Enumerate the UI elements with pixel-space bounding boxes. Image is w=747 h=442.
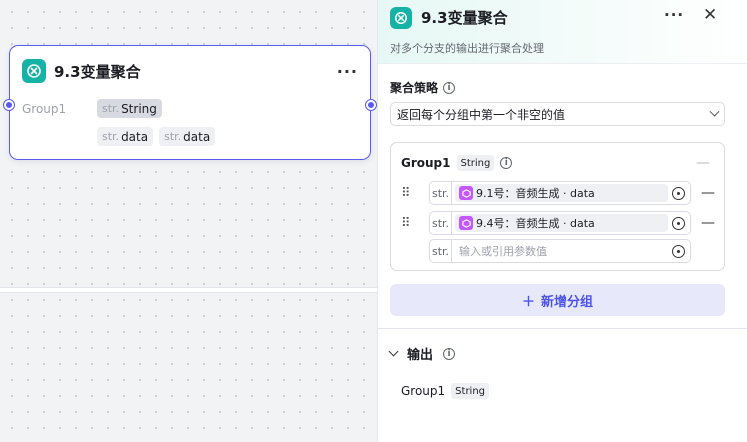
info-icon[interactable]: i [443,81,456,94]
add-group-label: 新增分组 [541,294,594,310]
group-var-row-empty: ⠿ str. 输入或引用参数值 [401,239,691,263]
drag-handle-icon[interactable]: ⠿ [401,186,415,201]
node-title: 9.3变量聚合 [54,62,141,81]
workflow-canvas[interactable]: 9.3变量聚合 ··· Group1 str. String str. data… [0,0,377,442]
var-ref-label: 9.4号：音频生成 · data [476,217,595,230]
add-group-button[interactable]: ＋ 新增分组 [390,284,725,316]
output-label: 输出 [407,348,434,363]
group-type-badge: String [456,155,495,171]
var-input-placeholder: 输入或引用参数值 [459,245,547,258]
output-type-badge: String [451,383,490,399]
var-ref-label: 9.1号：音频生成 · data [476,187,595,200]
aggregate-node[interactable]: 9.3变量聚合 ··· Group1 str. String str. data… [4,45,376,160]
node-header: 9.3变量聚合 ··· [22,58,358,84]
aggregate-icon [390,7,412,29]
output-name: Group1 [401,384,446,398]
node-input-port[interactable] [4,100,14,110]
group-var-row: ⠿ str. 9.1号：音频生成 · data — [401,181,715,205]
more-icon[interactable]: ··· [337,62,358,81]
node-group-type-row: str. String [97,99,162,118]
node-group-type-tag: str. String [97,99,162,118]
var-ref-field[interactable]: str. 9.4号：音频生成 · data [429,211,691,235]
more-icon[interactable]: ··· [664,6,684,24]
panel-description[interactable]: 对多个分支的输出进行聚合处理 [390,40,544,56]
var-ref-chip[interactable]: 9.1号：音频生成 · data [455,184,668,202]
strategy-label: 聚合策略 [390,81,439,95]
variable-ref-icon [459,186,473,200]
node-group-label: Group1 [22,102,67,116]
aggregate-icon [22,59,46,83]
plus-icon: ＋ [521,294,535,310]
var-ref-field[interactable]: str. 9.1号：音频生成 · data [429,181,691,205]
var-type-selector[interactable]: str. [430,212,452,234]
var-type-selector[interactable]: str. [430,182,452,204]
strategy-select[interactable]: 返回每个分组中第一个非空的值 [390,102,725,126]
strategy-value: 返回每个分组中第一个非空的值 [397,107,566,122]
output-section-toggle[interactable]: 输出 i [388,344,456,363]
node-var-tag: str. data [97,127,154,146]
target-icon[interactable] [672,186,685,200]
node-vars-row: str. data str. data [97,127,216,146]
node-var-tag: str. data [159,127,216,146]
node-settings-panel: 9.3变量聚合 ··· ✕ 对多个分支的输出进行聚合处理 聚合策略 i 返回每个… [377,0,747,442]
minus-icon[interactable]: — [701,185,715,201]
var-ref-chip[interactable]: 9.4号：音频生成 · data [455,214,668,232]
canvas-band [0,287,377,293]
drag-handle-icon[interactable]: ⠿ [401,216,415,231]
group-name[interactable]: Group1 [401,156,451,170]
minus-icon[interactable]: — [701,215,715,231]
section-divider [378,328,747,329]
variable-ref-icon [459,216,473,230]
output-row: Group1 String [401,383,490,399]
chevron-down-icon [388,346,399,357]
group-remove-icon[interactable]: — [696,155,710,171]
var-input-field[interactable]: str. 输入或引用参数值 [429,239,691,263]
panel-title[interactable]: 9.3变量聚合 [421,7,508,29]
target-icon[interactable] [672,244,685,258]
target-icon[interactable] [672,216,685,230]
strategy-label-row: 聚合策略 i [390,79,456,96]
var-type-selector[interactable]: str. [430,240,452,262]
info-icon[interactable]: i [443,347,456,360]
group-var-row: ⠿ str. 9.4号：音频生成 · data — [401,211,715,235]
panel-header: 9.3变量聚合 ··· ✕ 对多个分支的输出进行聚合处理 [378,0,747,64]
group-card: Group1 String i — ⠿ str. 9.1号：音频生成 · dat… [390,142,725,271]
group-header: Group1 String i [401,155,513,171]
info-icon[interactable]: i [500,157,513,169]
node-output-port[interactable] [366,100,376,110]
chevron-down-icon [709,106,720,117]
close-icon[interactable]: ✕ [703,5,717,25]
